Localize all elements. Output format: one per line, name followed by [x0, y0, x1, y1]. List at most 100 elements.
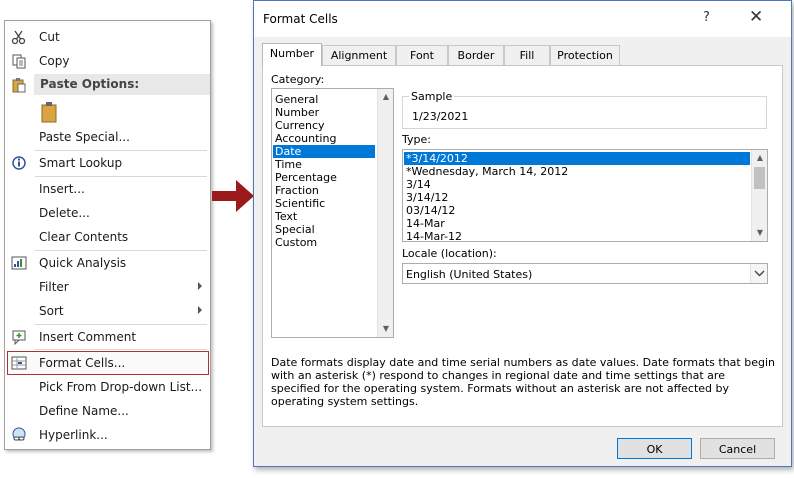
- close-button[interactable]: ✕: [749, 7, 763, 27]
- menu-separator: [35, 324, 207, 325]
- menu-item-label: Insert Comment: [39, 330, 137, 344]
- category-item[interactable]: Text: [275, 210, 297, 223]
- menu-separator: [35, 176, 207, 177]
- type-item[interactable]: 3/14: [406, 178, 431, 191]
- scroll-down-icon[interactable]: ▼: [378, 321, 393, 337]
- tab-font[interactable]: Font: [396, 45, 448, 65]
- scroll-down-icon[interactable]: ▼: [752, 225, 767, 241]
- category-item[interactable]: Percentage: [275, 171, 337, 184]
- paste-icon: [11, 77, 27, 93]
- category-item[interactable]: Time: [275, 158, 302, 171]
- paste-option-button[interactable]: [40, 101, 60, 123]
- category-item[interactable]: Custom: [275, 236, 317, 249]
- category-item[interactable]: Accounting: [275, 132, 336, 145]
- paste-options-header: Paste Options:: [34, 74, 210, 95]
- category-item[interactable]: Scientific: [275, 197, 325, 210]
- menu-item-clear-contents[interactable]: Clear Contents: [5, 226, 210, 248]
- type-item[interactable]: 03/14/12: [406, 204, 455, 217]
- menu-item-pick-from-dropdown[interactable]: Pick From Drop-down List...: [5, 376, 210, 398]
- tab-alignment[interactable]: Alignment: [322, 45, 396, 65]
- right-arrow-icon: [212, 180, 254, 212]
- dialog-titlebar: Format Cells ? ✕: [254, 1, 791, 37]
- type-item[interactable]: 14-Mar: [406, 217, 445, 230]
- copy-icon: [11, 53, 27, 69]
- type-listbox[interactable]: *3/14/2012 *Wednesday, March 14, 2012 3/…: [402, 149, 768, 242]
- cancel-button[interactable]: Cancel: [700, 438, 775, 459]
- menu-separator: [35, 150, 207, 151]
- menu-item-format-cells[interactable]: Format Cells...: [5, 352, 210, 374]
- category-item-selected[interactable]: Date: [273, 145, 375, 158]
- quick-analysis-icon: [11, 255, 27, 271]
- context-menu: Cut Copy Paste Options: Paste Special...: [4, 20, 211, 450]
- locale-label: Locale (location):: [402, 247, 497, 260]
- menu-item-label: Define Name...: [39, 404, 129, 418]
- category-scrollbar[interactable]: ▲ ▼: [377, 89, 393, 337]
- category-label: Category:: [271, 73, 325, 86]
- menu-item-label: Clear Contents: [39, 230, 129, 244]
- scroll-thumb[interactable]: [754, 167, 765, 189]
- menu-item-insert[interactable]: Insert...: [5, 178, 210, 200]
- scissors-icon: [11, 29, 27, 45]
- tab-number[interactable]: Number: [262, 43, 322, 66]
- sample-group: 1/23/2021: [402, 96, 767, 129]
- menu-item-quick-analysis[interactable]: Quick Analysis: [5, 252, 210, 274]
- type-item[interactable]: 14-Mar-12: [406, 230, 462, 241]
- format-description: Date formats display date and time seria…: [271, 356, 775, 408]
- sample-label: Sample: [409, 90, 455, 103]
- menu-item-label: Cut: [39, 30, 60, 44]
- menu-item-paste-special[interactable]: Paste Special...: [5, 126, 210, 148]
- category-item[interactable]: Fraction: [275, 184, 319, 197]
- menu-item-label: Smart Lookup: [39, 156, 123, 170]
- locale-value: English (United States): [406, 268, 533, 281]
- scroll-up-icon[interactable]: ▲: [378, 89, 393, 105]
- type-item-selected[interactable]: *3/14/2012: [404, 152, 750, 165]
- menu-separator: [35, 250, 207, 251]
- category-item[interactable]: Number: [275, 106, 319, 119]
- format-cells-icon: [11, 355, 27, 371]
- menu-item-label: Delete...: [39, 206, 90, 220]
- category-listbox[interactable]: General Number Currency Accounting Date …: [271, 88, 394, 338]
- menu-item-hyperlink[interactable]: Hyperlink...: [5, 424, 210, 446]
- scroll-up-icon[interactable]: ▲: [752, 150, 767, 166]
- insert-comment-icon: [11, 329, 27, 346]
- dialog-title: Format Cells: [263, 12, 338, 26]
- chevron-down-icon[interactable]: [750, 264, 767, 283]
- category-item[interactable]: Special: [275, 223, 315, 236]
- category-item[interactable]: Currency: [275, 119, 325, 132]
- menu-item-insert-comment[interactable]: Insert Comment: [5, 326, 210, 348]
- locale-dropdown[interactable]: English (United States): [402, 263, 768, 284]
- format-cells-dialog: Format Cells ? ✕ Number Alignment Font B…: [253, 0, 792, 467]
- paste-clipboard-icon: [40, 102, 60, 126]
- menu-item-label: Insert...: [39, 182, 85, 196]
- menu-item-label: Format Cells...: [39, 356, 126, 370]
- submenu-arrow-icon: [198, 282, 202, 290]
- number-tab-panel: Category: General Number Currency Accoun…: [262, 65, 783, 427]
- menu-item-label: Hyperlink...: [39, 428, 108, 442]
- type-label: Type:: [402, 133, 431, 146]
- menu-item-define-name[interactable]: Define Name...: [5, 400, 210, 422]
- menu-item-cut[interactable]: Cut: [5, 26, 210, 48]
- menu-item-copy[interactable]: Copy: [5, 50, 210, 72]
- category-item[interactable]: General: [275, 93, 318, 106]
- ok-button[interactable]: OK: [617, 438, 692, 459]
- tab-protection[interactable]: Protection: [550, 45, 620, 65]
- menu-item-label: Copy: [39, 54, 70, 68]
- type-scrollbar[interactable]: ▲ ▼: [751, 150, 767, 241]
- tab-fill[interactable]: Fill: [504, 45, 550, 65]
- menu-item-delete[interactable]: Delete...: [5, 202, 210, 224]
- submenu-arrow-icon: [198, 306, 202, 314]
- menu-item-label: Sort: [39, 304, 64, 318]
- menu-item-filter[interactable]: Filter: [5, 276, 210, 298]
- screenshot-stage: Cut Copy Paste Options: Paste Special...: [0, 0, 794, 478]
- help-button[interactable]: ?: [703, 10, 710, 25]
- menu-item-sort[interactable]: Sort: [5, 300, 210, 322]
- smart-lookup-icon: [11, 155, 27, 171]
- menu-item-label: Paste Special...: [39, 130, 130, 144]
- menu-item-label: Filter: [39, 280, 69, 294]
- tab-border[interactable]: Border: [448, 45, 504, 65]
- type-item[interactable]: *Wednesday, March 14, 2012: [406, 165, 568, 178]
- menu-item-label: Quick Analysis: [39, 256, 127, 270]
- hyperlink-icon: [11, 427, 27, 443]
- menu-item-smart-lookup[interactable]: Smart Lookup: [5, 152, 210, 174]
- type-item[interactable]: 3/14/12: [406, 191, 448, 204]
